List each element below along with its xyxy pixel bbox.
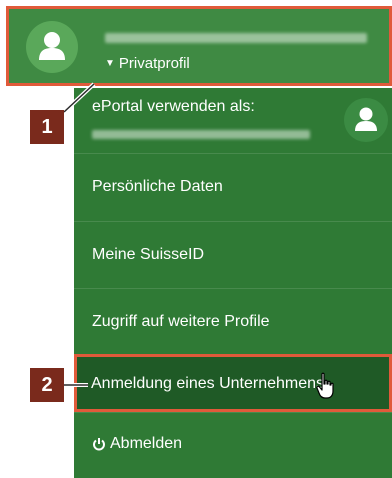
callout-badge-2: 2 (30, 368, 64, 402)
menu-item-label: Meine SuisseID (92, 246, 205, 263)
profile-type-label: Privatprofil (118, 55, 190, 72)
menu-item-label: Persönliche Daten (92, 178, 223, 195)
logout-label: Abmelden (110, 435, 183, 452)
callout-badge-1: 1 (30, 110, 64, 144)
power-icon (93, 438, 105, 451)
caret-down-icon: ▼ (105, 58, 115, 69)
hand-cursor-icon (316, 372, 334, 399)
logout-label-group: Abmelden (92, 435, 182, 453)
blurred-organization-name (92, 130, 310, 139)
menu-item-other-profiles[interactable]: Zugriff auf weitere Profile (74, 288, 392, 354)
menu-item-label: Anmeldung eines Unternehmens (91, 375, 325, 392)
menu-item-company-registration[interactable]: Anmeldung eines Unternehmens (74, 354, 392, 412)
person-icon (355, 107, 377, 131)
profile-header[interactable]: ▼ Privatprofil (6, 6, 392, 86)
menu-item-label: Zugriff auf weitere Profile (92, 313, 270, 330)
menu-item-suisseid[interactable]: Meine SuisseID (74, 221, 392, 288)
person-icon (39, 32, 65, 60)
avatar[interactable] (26, 21, 78, 73)
blurred-user-name (105, 33, 367, 43)
profile-switch-toggle[interactable]: ▼ Privatprofil (105, 55, 190, 72)
menu-item-personal-data[interactable]: Persönliche Daten (74, 153, 392, 221)
avatar[interactable] (344, 98, 388, 142)
logout-button[interactable]: Abmelden (74, 412, 392, 478)
use-portal-as-label: ePortal verwenden als: (92, 98, 255, 115)
use-portal-as-row[interactable]: ePortal verwenden als: (74, 88, 392, 153)
profile-dropdown-menu: ePortal verwenden als: Persönliche Daten… (74, 88, 392, 478)
